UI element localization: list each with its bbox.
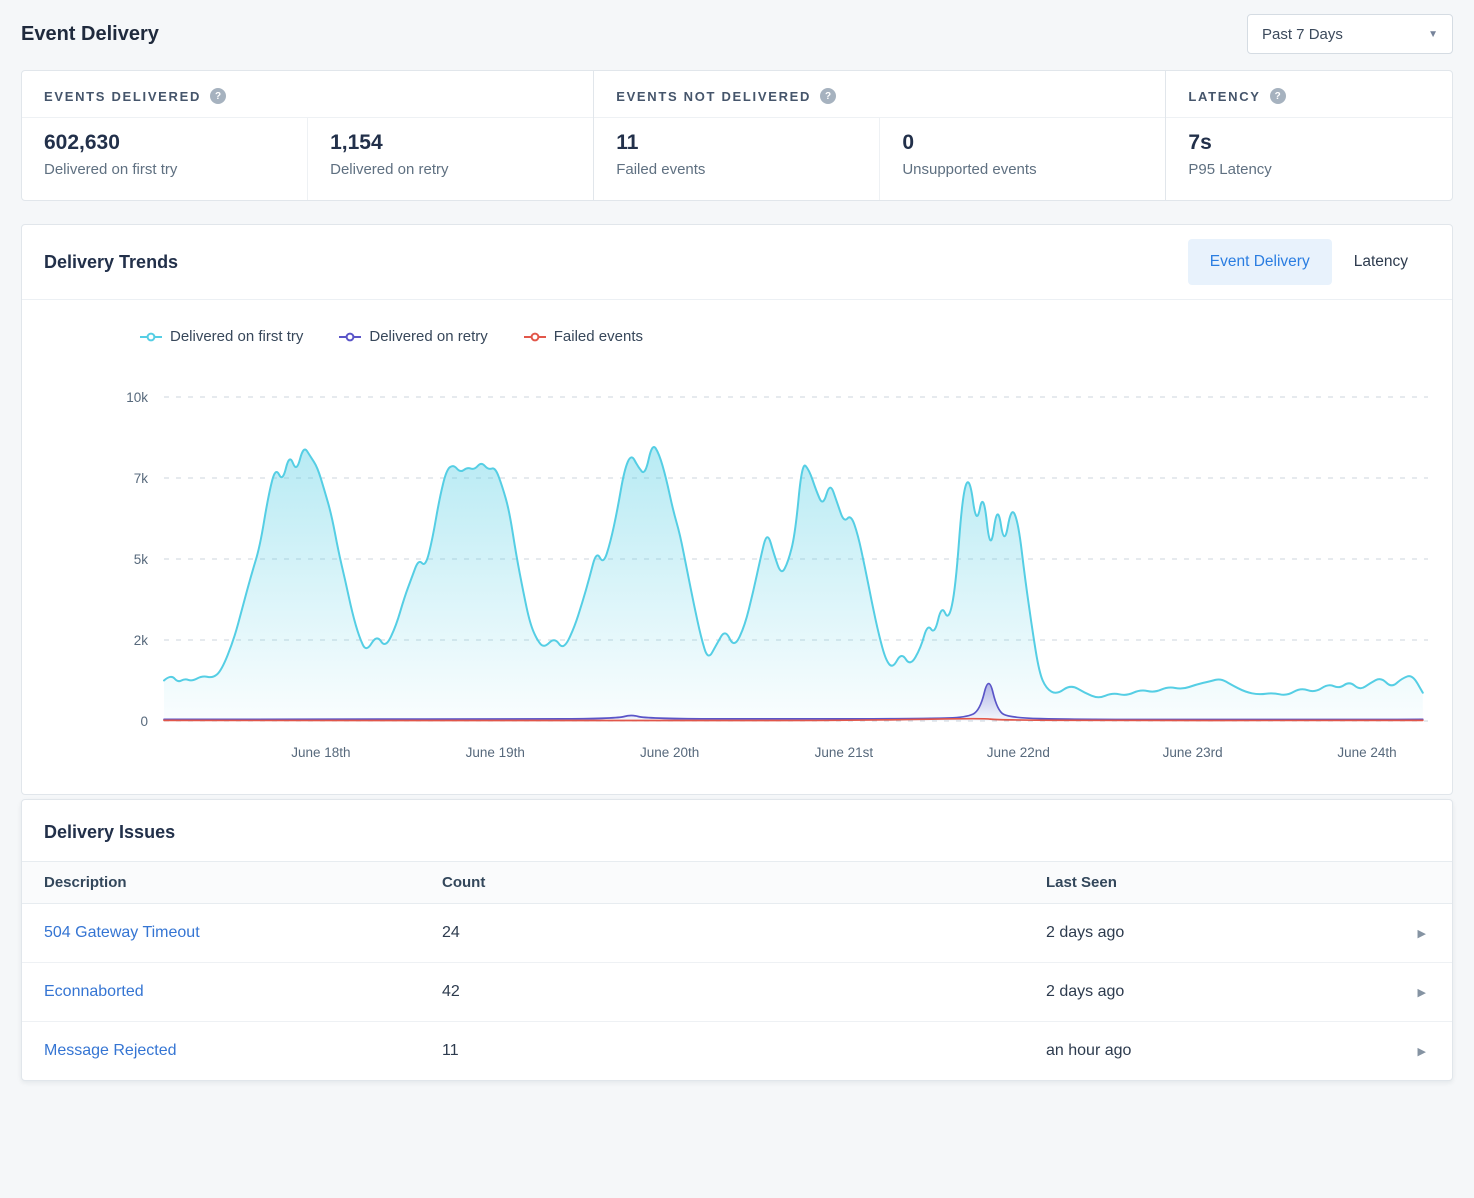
- stat-value: 11: [616, 131, 857, 155]
- stat-group-header: EVENTS DELIVERED ?: [22, 71, 593, 118]
- stat-cells: 602,630 Delivered on first try 1,154 Del…: [22, 118, 593, 200]
- stat-cells: 7s P95 Latency: [1166, 118, 1452, 200]
- issue-count: 42: [442, 963, 1046, 1022]
- legend-marker-icon: [339, 331, 361, 343]
- tab-event-delivery[interactable]: Event Delivery: [1188, 239, 1332, 285]
- issue-link[interactable]: Econnaborted: [44, 983, 144, 1000]
- stat-group-header: LATENCY ?: [1166, 71, 1452, 118]
- date-range-value: Past 7 Days: [1262, 26, 1343, 43]
- table-row[interactable]: 504 Gateway Timeout 24 2 days ago ▶: [22, 904, 1452, 963]
- series-area-0: [164, 447, 1423, 721]
- issue-link[interactable]: 504 Gateway Timeout: [44, 924, 200, 941]
- event-delivery-page: Event Delivery Past 7 Days ▼ EVENTS DELI…: [0, 0, 1474, 1081]
- stat-group-label: LATENCY: [1188, 89, 1260, 104]
- page-title: Event Delivery: [21, 23, 159, 46]
- table-row[interactable]: Message Rejected 11 an hour ago ▶: [22, 1022, 1452, 1081]
- table-header-row: Description Count Last Seen: [22, 862, 1452, 904]
- legend-label: Delivered on retry: [369, 328, 487, 345]
- tab-latency[interactable]: Latency: [1332, 239, 1430, 285]
- stat-label: P95 Latency: [1188, 161, 1430, 178]
- stat-group-latency: LATENCY ? 7s P95 Latency: [1165, 71, 1452, 200]
- delivery-issues-card: Delivery Issues Description Count Last S…: [21, 799, 1453, 1081]
- help-icon[interactable]: ?: [1270, 88, 1286, 104]
- stat-delivered-retry: 1,154 Delivered on retry: [307, 118, 593, 200]
- y-axis-label: 5k: [134, 552, 149, 567]
- column-header-actions: [1382, 862, 1452, 904]
- table-row[interactable]: Econnaborted 42 2 days ago ▶: [22, 963, 1452, 1022]
- column-header-count: Count: [442, 862, 1046, 904]
- delivery-trends-header: Delivery Trends Event Delivery Latency: [22, 225, 1452, 300]
- stat-label: Delivered on retry: [330, 161, 571, 178]
- stat-label: Failed events: [616, 161, 857, 178]
- stat-value: 1,154: [330, 131, 571, 155]
- topbar: Event Delivery Past 7 Days ▼: [21, 0, 1453, 70]
- chevron-right-icon[interactable]: ▶: [1382, 904, 1452, 963]
- stat-unsupported-events: 0 Unsupported events: [879, 118, 1165, 200]
- stat-p95-latency: 7s P95 Latency: [1166, 118, 1452, 200]
- chart-area: Delivered on first try Delivered on retry…: [22, 300, 1452, 794]
- stat-group-label: EVENTS NOT DELIVERED: [616, 89, 811, 104]
- trends-chart-svg: 0 2k 5k 7k 10k June 18th June 19th June 20th Jun…: [44, 363, 1436, 773]
- stat-value: 602,630: [44, 131, 285, 155]
- help-icon[interactable]: ?: [820, 88, 836, 104]
- stat-value: 7s: [1188, 131, 1430, 155]
- legend-label: Failed events: [554, 328, 643, 345]
- chevron-down-icon: ▼: [1428, 29, 1438, 40]
- delivery-issues-title: Delivery Issues: [22, 822, 1452, 843]
- stat-delivered-first-try: 602,630 Delivered on first try: [22, 118, 307, 200]
- stat-cells: 11 Failed events 0 Unsupported events: [594, 118, 1165, 200]
- column-header-last-seen: Last Seen: [1046, 862, 1382, 904]
- legend-marker-icon: [524, 331, 546, 343]
- chevron-right-icon[interactable]: ▶: [1382, 1022, 1452, 1081]
- stat-failed-events: 11 Failed events: [594, 118, 879, 200]
- stat-group-header: EVENTS NOT DELIVERED ?: [594, 71, 1165, 118]
- delivery-issues-table: Description Count Last Seen 504 Gateway …: [22, 861, 1452, 1080]
- x-axis-label: June 23rd: [1163, 745, 1223, 760]
- y-axis-label: 2k: [134, 633, 149, 648]
- stat-label: Unsupported events: [902, 161, 1143, 178]
- stat-group-events-delivered: EVENTS DELIVERED ? 602,630 Delivered on …: [22, 71, 593, 200]
- stats-summary-card: EVENTS DELIVERED ? 602,630 Delivered on …: [21, 70, 1453, 201]
- legend-item[interactable]: Delivered on first try: [140, 328, 303, 345]
- legend-label: Delivered on first try: [170, 328, 303, 345]
- issue-last-seen: an hour ago: [1046, 1022, 1382, 1081]
- legend-marker-icon: [140, 331, 162, 343]
- y-axis-label: 10k: [126, 390, 148, 405]
- delivery-trends-card: Delivery Trends Event Delivery Latency D…: [21, 224, 1453, 795]
- column-header-description: Description: [22, 862, 442, 904]
- issue-count: 11: [442, 1022, 1046, 1081]
- legend-item[interactable]: Failed events: [524, 328, 643, 345]
- x-axis-label: June 21st: [815, 745, 874, 760]
- chart-legend: Delivered on first try Delivered on retry…: [140, 328, 1430, 345]
- stat-label: Delivered on first try: [44, 161, 285, 178]
- x-axis-label: June 20th: [640, 745, 699, 760]
- issue-link[interactable]: Message Rejected: [44, 1042, 177, 1059]
- stat-value: 0: [902, 131, 1143, 155]
- issue-last-seen: 2 days ago: [1046, 904, 1382, 963]
- chevron-right-icon[interactable]: ▶: [1382, 963, 1452, 1022]
- y-axis-label: 7k: [134, 471, 149, 486]
- stat-group-label: EVENTS DELIVERED: [44, 89, 201, 104]
- x-axis-label: June 22nd: [987, 745, 1050, 760]
- legend-item[interactable]: Delivered on retry: [339, 328, 487, 345]
- date-range-selector[interactable]: Past 7 Days ▼: [1247, 14, 1453, 54]
- stat-group-events-not-delivered: EVENTS NOT DELIVERED ? 11 Failed events …: [593, 71, 1165, 200]
- delivery-trends-title: Delivery Trends: [44, 252, 178, 273]
- issue-last-seen: 2 days ago: [1046, 963, 1382, 1022]
- x-axis-label: June 24th: [1337, 745, 1396, 760]
- help-icon[interactable]: ?: [210, 88, 226, 104]
- x-axis-label: June 18th: [291, 745, 350, 760]
- trends-tabs: Event Delivery Latency: [1188, 239, 1430, 285]
- y-axis-label: 0: [140, 714, 148, 729]
- x-axis-label: June 19th: [466, 745, 525, 760]
- issue-count: 24: [442, 904, 1046, 963]
